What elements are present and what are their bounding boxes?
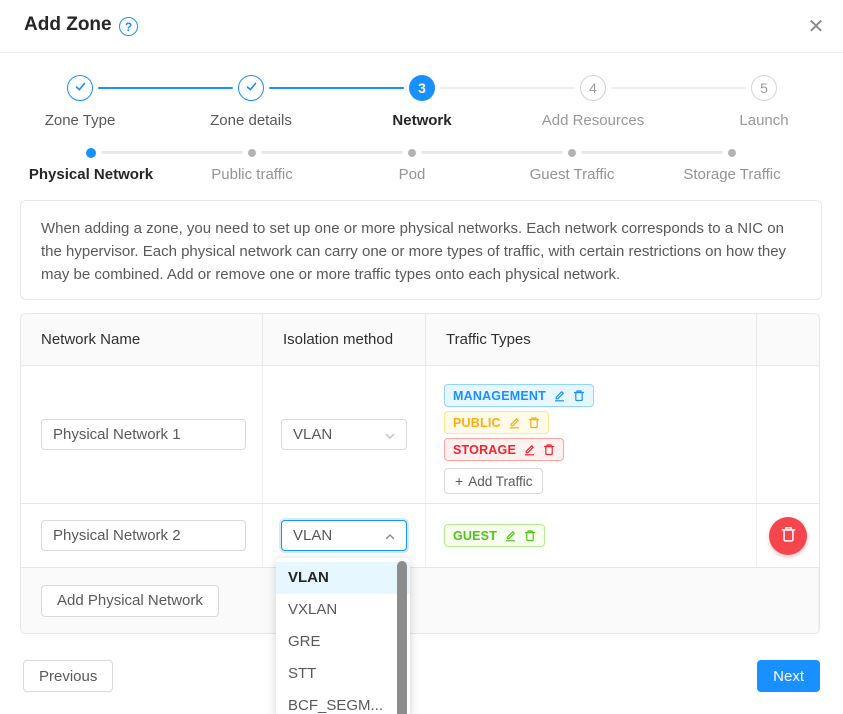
table-cell-traffic-types: GUEST [426,504,757,568]
step-icon-add-resources: 4 [580,75,606,101]
step-number: 5 [760,80,768,96]
close-icon[interactable]: ✕ [805,16,827,38]
step-icon-launch: 5 [751,75,777,101]
table-cell-traffic-types: MANAGEMENT PUBLIC STORAGE [426,366,757,504]
substep-label-public-traffic: Public traffic [167,166,337,183]
step-connector [269,87,404,89]
step-number: 4 [589,80,597,96]
substep-label-physical-network: Physical Network [6,166,176,183]
delete-icon[interactable] [543,443,555,456]
substep-connector [101,151,243,154]
table-cell-isolation: VLAN [263,366,426,504]
delete-icon[interactable] [528,416,540,429]
substep-dot-guest-traffic [568,149,576,157]
traffic-tag-management: MANAGEMENT [444,384,594,407]
plus-icon: + [455,473,463,489]
step-icon-zone-type [67,75,93,101]
previous-button[interactable]: Previous [23,660,113,692]
column-header-actions [757,314,819,366]
step-label-add-resources: Add Resources [508,112,678,129]
step-label-network: Network [337,112,507,129]
select-value: VLAN [293,527,332,544]
edit-icon[interactable] [508,416,521,429]
dropdown-option-gre[interactable]: GRE [276,626,410,658]
dropdown-option-bcf-segment[interactable]: BCF_SEGM... [276,690,410,714]
substep-connector [421,151,563,154]
traffic-tag-public: PUBLIC [444,411,549,434]
column-header-traffic-types: Traffic Types [426,314,757,366]
traffic-tag-label: MANAGEMENT [453,389,546,403]
delete-icon[interactable] [573,389,585,402]
delete-network-button[interactable] [769,517,807,555]
edit-icon[interactable] [523,443,536,456]
trash-icon [780,525,797,546]
column-header-isolation-method: Isolation method [263,314,426,366]
substep-connector [581,151,723,154]
isolation-method-select[interactable]: VLAN [281,419,407,450]
step-connector [98,87,233,89]
table-row [21,504,263,568]
page-title: Add Zone [24,14,112,36]
substep-dot-pod [408,149,416,157]
step-label-launch: Launch [679,112,843,129]
step-icon-zone-details [238,75,264,101]
zone-network-description: When adding a zone, you need to set up o… [20,200,822,300]
traffic-tag-guest: GUEST [444,524,545,547]
add-traffic-label: Add Traffic [468,474,532,489]
substep-dot-physical-network [86,148,96,158]
step-label-zone-type: Zone Type [0,112,165,129]
physical-networks-table: Network Name Isolation method Traffic Ty… [20,313,820,634]
step-connector [611,87,746,89]
substep-label-guest-traffic: Guest Traffic [487,166,657,183]
edit-icon[interactable] [553,389,566,402]
check-icon [245,80,258,96]
network-name-input[interactable] [41,520,246,551]
dropdown-option-vlan[interactable]: VLAN [276,562,410,594]
network-name-input[interactable] [41,419,246,450]
traffic-tag-storage: STORAGE [444,438,564,461]
chevron-down-icon [384,429,396,446]
next-button[interactable]: Next [757,660,820,692]
substep-label-storage-traffic: Storage Traffic [647,166,817,183]
help-icon[interactable]: ? [119,17,138,36]
table-cell-actions [757,504,819,568]
substep-label-pod: Pod [327,166,497,183]
chevron-up-icon [384,530,396,547]
select-value: VLAN [293,426,332,443]
traffic-tag-label: PUBLIC [453,416,501,430]
substep-dot-public-traffic [248,149,256,157]
column-header-network-name: Network Name [21,314,263,366]
dropdown-option-vxlan[interactable]: VXLAN [276,594,410,626]
traffic-tag-label: STORAGE [453,443,516,457]
step-connector [440,87,575,89]
table-cell-actions [757,366,819,504]
isolation-method-dropdown: VLAN VXLAN GRE STT BCF_SEGM... [276,558,410,714]
substep-connector [261,151,403,154]
check-icon [74,80,87,96]
table-row [21,366,263,504]
add-physical-network-button[interactable]: Add Physical Network [41,585,219,617]
dialog-header: Add Zone ? ✕ [0,0,843,53]
add-traffic-button[interactable]: + Add Traffic [444,468,543,494]
table-footer: Add Physical Network [21,568,819,633]
dropdown-option-stt[interactable]: STT [276,658,410,690]
isolation-method-select-open[interactable]: VLAN [281,520,407,551]
substep-dot-storage-traffic [728,149,736,157]
step-number: 3 [418,80,426,96]
edit-icon[interactable] [504,529,517,542]
add-zone-dialog: Add Zone ? ✕ 3 4 5 Zone Type Zone detail… [0,0,843,714]
dropdown-scrollbar[interactable] [397,561,407,714]
step-icon-network: 3 [409,75,435,101]
step-label-zone-details: Zone details [166,112,336,129]
traffic-tag-label: GUEST [453,529,497,543]
delete-icon[interactable] [524,529,536,542]
